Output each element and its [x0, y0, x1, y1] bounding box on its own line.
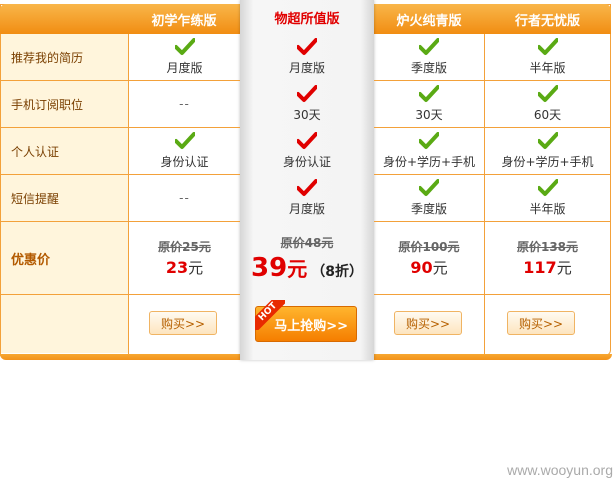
feature-cell: -- — [129, 175, 240, 221]
header-corner — [0, 4, 128, 34]
check-icon — [419, 132, 439, 150]
row-label: 短信提醒 — [1, 175, 128, 221]
buy-button-label: 购买>> — [518, 316, 564, 331]
check-icon — [174, 38, 195, 56]
feature-cell: 身份认证 — [129, 128, 240, 174]
row-label-text: 短信提醒 — [11, 191, 60, 206]
price-cell: 原价138元 117元 — [485, 222, 610, 294]
check-icon — [419, 38, 439, 56]
hot-badge-text: HOT — [255, 300, 285, 330]
row-label-text: 个人认证 — [11, 144, 60, 159]
buy-button-plan-1[interactable]: 购买>> — [149, 311, 217, 335]
cell-text: -- — [179, 191, 190, 205]
feature-cell: 季度版 — [374, 175, 484, 221]
plan-header-3: 炉火纯青版 — [374, 4, 484, 34]
cell-text: 30天 — [293, 108, 321, 122]
feature-cell: 月度版 — [240, 175, 374, 221]
original-price: 原价25元 — [158, 240, 211, 254]
price-cell-featured: 原价48元 39元 （8折） — [240, 222, 374, 294]
hot-badge: HOT — [255, 300, 285, 330]
feature-cell: 身份+学历+手机 — [374, 128, 484, 174]
feature-cell: 30天 — [374, 81, 484, 127]
plan-header-2: 物超所值版 — [240, 0, 374, 34]
check-icon — [419, 179, 439, 197]
cell-text: 月度版 — [166, 61, 203, 75]
cell-text: 身份+学历+手机 — [501, 155, 594, 169]
check-icon — [174, 132, 195, 150]
feature-cell: 30天 — [240, 81, 374, 127]
row-label: 推荐我的简历 — [1, 34, 128, 80]
feature-cell: 半年版 — [485, 175, 610, 221]
row-label: 手机订阅职位 — [1, 81, 128, 127]
price-unit: 元 — [556, 259, 572, 277]
divider — [374, 294, 611, 295]
feature-cell: 季度版 — [374, 34, 484, 80]
price-cell: 原价100元 90元 — [374, 222, 484, 294]
check-icon — [297, 38, 317, 56]
buy-button-plan-3[interactable]: 购买>> — [394, 311, 462, 335]
cell-text: 30天 — [415, 108, 443, 122]
feature-cell: 月度版 — [240, 34, 374, 80]
divider — [0, 294, 240, 295]
check-icon — [537, 132, 558, 150]
sale-price: 39 — [251, 252, 288, 283]
plan-header-1: 初学乍练版 — [128, 4, 240, 34]
row-label-empty — [1, 295, 128, 353]
buy-button-wrap: 购买>> — [507, 311, 575, 335]
plan-name: 初学乍练版 — [151, 13, 217, 29]
feature-cell: 月度版 — [129, 34, 240, 80]
check-icon — [297, 132, 317, 150]
cell-text: 半年版 — [529, 61, 566, 75]
cell-text: 季度版 — [410, 61, 447, 75]
feature-cell: 身份认证 — [240, 128, 374, 174]
cell-text: 半年版 — [529, 202, 566, 216]
row-label-text: 手机订阅职位 — [11, 97, 84, 112]
original-price: 原价138元 — [516, 240, 579, 254]
original-price: 原价48元 — [280, 235, 334, 250]
cell-text: 身份认证 — [282, 155, 331, 169]
price-cell: 原价25元 23元 — [129, 222, 240, 294]
check-icon — [419, 85, 439, 103]
price-unit: 元 — [188, 259, 204, 277]
plan-name: 行者无忧版 — [514, 13, 580, 29]
plan-name: 炉火纯青版 — [396, 13, 462, 29]
cell-text: 身份认证 — [160, 155, 209, 169]
price-unit: 元 — [287, 256, 308, 281]
row-label: 优惠价 — [1, 222, 128, 294]
row-label-text: 优惠价 — [11, 252, 51, 268]
cell-text: 月度版 — [288, 61, 325, 75]
sale-price: 90 — [410, 258, 433, 277]
check-icon — [297, 179, 317, 197]
feature-cell: -- — [129, 81, 240, 127]
watermark: www.wooyun.org — [507, 462, 613, 478]
feature-cell: 60天 — [485, 81, 610, 127]
buy-button-label: 购买>> — [405, 316, 451, 331]
price-unit: 元 — [432, 259, 448, 277]
buy-button-plan-4[interactable]: 购买>> — [507, 311, 575, 335]
sale-price: 23 — [165, 258, 189, 277]
row-label: 个人认证 — [1, 128, 128, 174]
check-icon — [297, 85, 317, 103]
plan-name: 物超所值版 — [274, 11, 340, 27]
buy-now-label: 马上抢购>> — [274, 318, 348, 334]
feature-cell: 身份+学历+手机 — [485, 128, 610, 174]
check-icon — [537, 179, 558, 197]
discount-label: （8折） — [311, 263, 363, 280]
row-label-text: 推荐我的简历 — [11, 50, 84, 65]
check-icon — [537, 38, 558, 56]
cell-text: 季度版 — [410, 202, 447, 216]
plan-header-4: 行者无忧版 — [484, 4, 611, 34]
feature-cell: 半年版 — [485, 34, 610, 80]
cell-text: 身份+学历+手机 — [382, 155, 476, 169]
buy-button-label: 购买>> — [160, 316, 206, 331]
sale-price: 117 — [523, 258, 557, 277]
cell-text: 月度版 — [288, 202, 325, 216]
cell-text: -- — [179, 97, 190, 111]
cell-text: 60天 — [533, 108, 562, 122]
check-icon — [537, 85, 558, 103]
buy-button-wrap: 购买>> — [149, 311, 217, 335]
buy-button-wrap: 购买>> — [394, 311, 462, 335]
original-price: 原价100元 — [398, 240, 460, 254]
